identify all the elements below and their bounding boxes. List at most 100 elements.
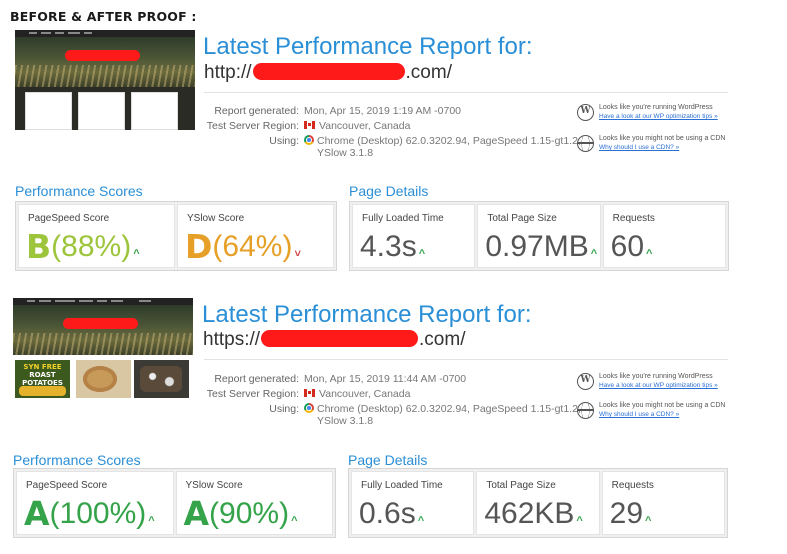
wp-tips-link[interactable]: Have a look at our WP optimization tips … xyxy=(599,112,718,121)
yslow-percent: (64%) xyxy=(212,230,293,263)
pagespeed-score-cell[interactable]: PageSpeed Score B(88%) ^ xyxy=(18,204,175,268)
url-tld: .com/ xyxy=(419,329,466,350)
wp-tips-link[interactable]: Have a look at our WP optimization tips … xyxy=(599,381,718,390)
thumbnail-food-potatoes: SYN FREE ROAST POTATOES xyxy=(15,360,70,398)
yslow-score-label: YSlow Score xyxy=(185,480,243,491)
yslow-score-cell[interactable]: YSlow Score A(90%) ^ xyxy=(175,471,333,535)
redaction-mark xyxy=(261,330,419,347)
requests-cell[interactable]: Requests 29 ^ xyxy=(601,471,725,535)
requests-value: 29 xyxy=(609,497,644,530)
meta-label: Test Server Region: xyxy=(206,120,299,132)
page-details-box: Fully Loaded Time 0.6s ^ Total Page Size … xyxy=(348,468,728,538)
site-screenshot-thumbnail[interactable] xyxy=(15,30,195,130)
meta-value: Vancouver, Canada xyxy=(304,120,410,132)
pagespeed-percent: (88%) xyxy=(51,230,132,263)
total-page-size-cell[interactable]: Total Page Size 0.97MB ^ xyxy=(477,204,601,268)
yslow-grade: D xyxy=(185,227,213,266)
chrome-icon xyxy=(304,403,314,413)
divider xyxy=(204,92,728,93)
using-text-line2: YSlow 3.1.8 xyxy=(317,147,374,159)
pagespeed-score-label: PageSpeed Score xyxy=(26,480,108,491)
trend-up-icon: ^ xyxy=(590,248,598,260)
yslow-score-cell[interactable]: YSlow Score D(64%) ˅ xyxy=(177,204,334,268)
requests-label: Requests xyxy=(611,480,654,491)
thumbnail-navbar xyxy=(15,30,195,37)
report-url[interactable]: https:// .com/ xyxy=(203,329,465,351)
trend-down-icon: ˅ xyxy=(294,248,301,260)
cdn-link[interactable]: Why should I use a CDN? » xyxy=(599,143,725,152)
canada-flag-icon xyxy=(304,389,315,397)
using-text-line1: Chrome (Desktop) 62.0.3202.94, PageSpeed… xyxy=(317,403,581,415)
report-title: Latest Performance Report for: xyxy=(202,301,532,328)
performance-scores-title: Performance Scores xyxy=(15,183,143,199)
trend-up-icon: ^ xyxy=(418,248,426,260)
trend-up-icon: ^ xyxy=(133,248,140,260)
page-details-title: Page Details xyxy=(348,452,428,468)
trend-up-icon: ^ xyxy=(148,515,155,527)
performance-scores-title: Performance Scores xyxy=(13,452,141,468)
using-text-line1: Chrome (Desktop) 62.0.3202.94, PageSpeed… xyxy=(317,135,581,147)
url-scheme: http:// xyxy=(204,62,252,83)
thumbnail-card xyxy=(25,92,72,130)
url-scheme: https:// xyxy=(203,329,261,350)
meta-label: Using: xyxy=(269,403,299,415)
fully-loaded-time-cell[interactable]: Fully Loaded Time 0.6s ^ xyxy=(351,471,475,535)
meta-label: Test Server Region: xyxy=(206,388,299,400)
meta-label: Using: xyxy=(269,135,299,147)
thumbnail-hero xyxy=(15,37,195,87)
cdn-link[interactable]: Why should I use a CDN? » xyxy=(599,410,725,419)
report-url[interactable]: http:// .com/ xyxy=(204,62,452,84)
performance-scores-box: PageSpeed Score B(88%) ^ YSlow Score D(64… xyxy=(15,201,337,271)
trend-up-icon: ^ xyxy=(417,515,425,527)
using-text-line2: YSlow 3.1.8 xyxy=(317,415,374,427)
page-heading: BEFORE & AFTER PROOF : xyxy=(10,9,197,24)
fully-loaded-time-label: Fully Loaded Time xyxy=(361,480,443,491)
requests-label: Requests xyxy=(612,213,655,224)
yslow-percent: (90%) xyxy=(209,497,290,530)
meta-value: Chrome (Desktop) 62.0.3202.94, PageSpeed… xyxy=(304,135,581,159)
food-text: SYN FREE xyxy=(23,363,62,371)
requests-value: 60 xyxy=(610,230,645,263)
trend-up-icon: ^ xyxy=(645,515,652,527)
fully-loaded-time-cell[interactable]: Fully Loaded Time 4.3s ^ xyxy=(352,204,476,268)
redaction-mark xyxy=(252,63,405,80)
report-title: Latest Performance Report for: xyxy=(203,33,533,60)
meta-value: Vancouver, Canada xyxy=(304,388,410,400)
total-page-size-label: Total Page Size xyxy=(487,213,557,224)
requests-cell[interactable]: Requests 60 ^ xyxy=(602,204,726,268)
performance-scores-box: PageSpeed Score A(100%) ^ YSlow Score A(9… xyxy=(13,468,336,538)
divider xyxy=(204,359,728,360)
yslow-grade: A xyxy=(183,494,210,533)
thumbnail-card xyxy=(131,92,178,130)
fully-loaded-time-label: Fully Loaded Time xyxy=(362,213,444,224)
trend-up-icon: ^ xyxy=(291,515,298,527)
meta-value: Mon, Apr 15, 2019 11:44 AM -0700 xyxy=(304,373,467,385)
canada-flag-icon xyxy=(304,121,315,129)
food-text: ROAST xyxy=(29,371,56,379)
meta-label: Report generated: xyxy=(214,105,299,117)
globe-icon xyxy=(577,135,594,152)
fully-loaded-time-value: 0.6s xyxy=(359,497,416,530)
globe-icon xyxy=(577,402,594,419)
trend-up-icon: ^ xyxy=(646,248,653,260)
redaction-mark xyxy=(65,50,140,61)
total-page-size-label: Total Page Size xyxy=(486,480,556,491)
total-page-size-cell[interactable]: Total Page Size 462KB ^ xyxy=(476,471,600,535)
redaction-mark xyxy=(63,318,138,329)
total-page-size-value: 0.97MB xyxy=(485,230,589,263)
hint-text: Looks like you might not be using a CDN xyxy=(599,402,726,409)
site-screenshot-thumbnail[interactable]: SYN FREE ROAST POTATOES xyxy=(13,298,193,398)
thumbnail-card xyxy=(78,92,125,130)
meta-label: Report generated: xyxy=(214,373,299,385)
hint-text: Looks like you're running WordPress xyxy=(599,104,713,111)
region-text: Vancouver, Canada xyxy=(319,388,411,400)
thumbnail-hero xyxy=(13,305,193,355)
pagespeed-score-label: PageSpeed Score xyxy=(28,213,110,224)
trend-up-icon: ^ xyxy=(576,515,583,527)
pagespeed-score-cell[interactable]: PageSpeed Score A(100%) ^ xyxy=(16,471,174,535)
page-details-title: Page Details xyxy=(349,183,429,199)
wordpress-icon xyxy=(577,373,594,390)
hint-text: Looks like you're running WordPress xyxy=(599,373,713,380)
meta-value: Chrome (Desktop) 62.0.3202.94, PageSpeed… xyxy=(304,403,581,427)
chrome-icon xyxy=(304,135,314,145)
